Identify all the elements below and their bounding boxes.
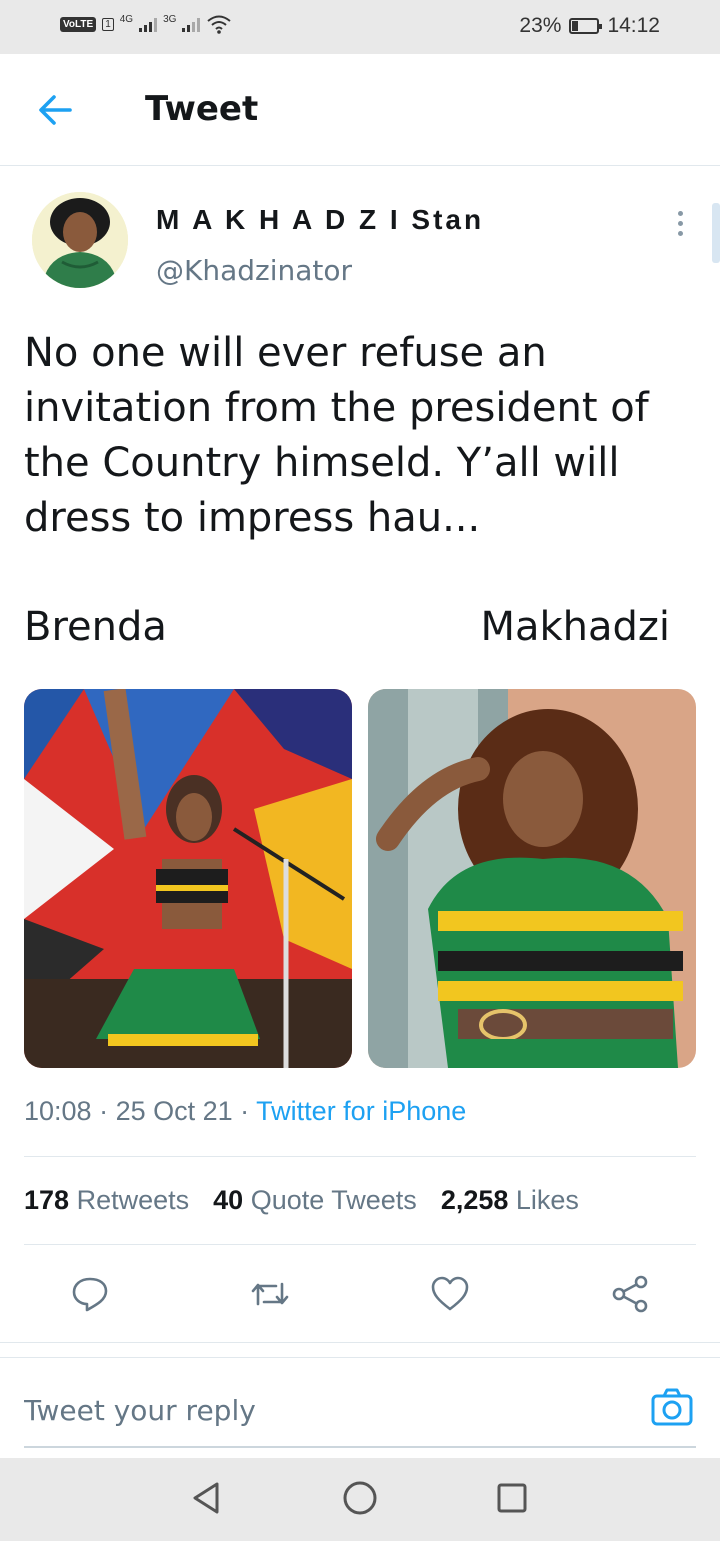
scrollbar-thumb[interactable]: [712, 203, 720, 263]
volte-badge: VoLTE: [60, 16, 97, 32]
arrow-left-icon: [39, 95, 72, 125]
retweet-icon: [251, 1282, 289, 1306]
likes-stat[interactable]: 2,258 Likes: [441, 1185, 579, 1216]
divider: [24, 1156, 696, 1157]
photo-performer-on-stage: [24, 689, 352, 1068]
tweet-photo-left[interactable]: [24, 689, 352, 1068]
nav-home-button[interactable]: [340, 1478, 380, 1518]
circle-home-icon: [343, 1481, 377, 1515]
section-separator: [0, 1342, 720, 1358]
avatar-image: [32, 192, 128, 288]
more-options-icon-dot: [677, 220, 683, 226]
meta-separator: ·: [232, 1096, 257, 1126]
status-bar: VoLTE 1 4G 3G 23% 14:12: [0, 0, 720, 54]
network-type-2: 3G: [163, 14, 177, 25]
likes-label: Likes: [515, 1185, 579, 1215]
more-options-button[interactable]: [664, 205, 696, 241]
quote-tweets-stat[interactable]: 40 Quote Tweets: [213, 1185, 417, 1216]
quote-tweets-count: 40: [213, 1185, 244, 1215]
retweets-count: 178: [24, 1185, 70, 1215]
meta-separator: ·: [91, 1096, 116, 1126]
camera-icon: [651, 1388, 693, 1426]
quote-tweets-label: Quote Tweets: [250, 1185, 417, 1215]
tweet-photo-right[interactable]: [368, 689, 696, 1068]
reply-button[interactable]: [68, 1272, 112, 1316]
share-icon: [612, 1275, 648, 1313]
square-recents-icon: [497, 1483, 527, 1513]
reply-input-underline: [24, 1446, 696, 1448]
battery-icon: [569, 18, 603, 34]
tweet-source-link[interactable]: Twitter for iPhone: [256, 1096, 466, 1126]
reply-icon: [72, 1277, 108, 1312]
author-display-name[interactable]: M A K H A D Z I Stan: [156, 204, 484, 236]
nav-recents-button[interactable]: [492, 1478, 532, 1518]
like-button[interactable]: [428, 1272, 472, 1316]
battery-fill: [572, 21, 578, 31]
avatar[interactable]: [32, 192, 128, 288]
top-app-bar: Tweet: [0, 54, 720, 166]
page-title: Tweet: [145, 89, 259, 129]
caption-right: Makhadzi: [480, 604, 670, 650]
retweets-label: Retweets: [76, 1185, 190, 1215]
tweet-stats: 178 Retweets 40 Quote Tweets 2,258 Likes: [24, 1185, 579, 1216]
reply-input[interactable]: [24, 1380, 624, 1440]
retweets-stat[interactable]: 178 Retweets: [24, 1185, 189, 1216]
camera-button[interactable]: [650, 1386, 694, 1430]
sim-indicator: 1: [102, 17, 114, 31]
network-type-1: 4G: [119, 14, 134, 25]
nav-back-button[interactable]: [186, 1478, 226, 1518]
battery-percent: 23%: [519, 14, 562, 37]
signal-bars-icon: [139, 16, 158, 32]
caption-left: Brenda: [24, 604, 167, 650]
tweet-metadata: 10:08 · 25 Oct 21 · Twitter for iPhone: [24, 1096, 466, 1127]
likes-count: 2,258: [440, 1185, 509, 1215]
signal-bars-icon: [182, 16, 201, 32]
triangle-back-icon: [193, 1482, 219, 1514]
author-handle[interactable]: @Khadzinator: [156, 254, 352, 287]
like-icon: [431, 1276, 469, 1311]
back-button[interactable]: [34, 90, 78, 130]
more-options-icon-dot: [677, 230, 683, 236]
share-button[interactable]: [608, 1272, 652, 1316]
clock: 14:12: [607, 14, 660, 37]
photo-woman-striped-dress: [368, 689, 696, 1068]
tweet-date: 25 Oct 21: [115, 1096, 233, 1126]
system-navigation-bar: [0, 1458, 720, 1541]
tweet-time: 10:08: [24, 1096, 92, 1126]
tweet-text: No one will ever refuse an invitation fr…: [24, 330, 649, 541]
wifi-icon: [207, 15, 232, 34]
signal-indicators: VoLTE 1 4G 3G: [60, 14, 232, 34]
more-options-icon: [677, 210, 683, 216]
retweet-button[interactable]: [248, 1272, 292, 1316]
divider: [24, 1244, 696, 1245]
system-status: 23% 14:12: [519, 14, 660, 38]
